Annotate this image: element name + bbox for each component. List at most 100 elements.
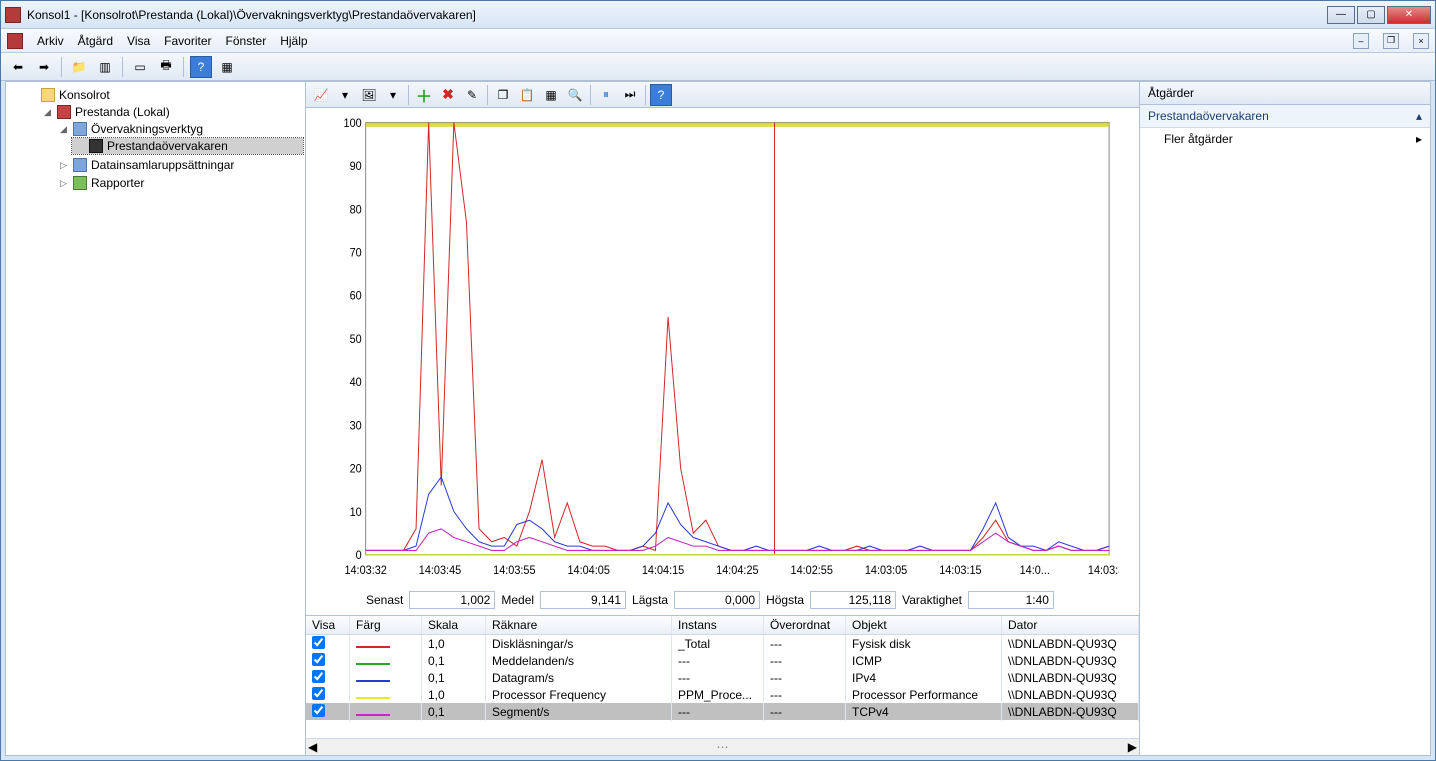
svg-text:30: 30: [350, 420, 362, 432]
titlebar: Konsol1 - [Konsolrot\Prestanda (Lokal)\Ö…: [1, 1, 1435, 29]
svg-text:14:04:05: 14:04:05: [567, 565, 609, 577]
visa-checkbox[interactable]: [312, 653, 325, 666]
table-row[interactable]: 0,1Segment/s------TCPv4\\DNLABDN-QU93Q: [306, 703, 1139, 720]
hogsta-value: 125,118: [810, 591, 896, 609]
col-visa[interactable]: Visa: [306, 616, 350, 634]
view-graph-button[interactable]: 📈: [310, 84, 332, 106]
col-skala[interactable]: Skala: [422, 616, 486, 634]
print-button[interactable]: 🖶: [155, 56, 177, 78]
view-dropdown-button[interactable]: ▾: [334, 84, 356, 106]
svg-text:0: 0: [356, 550, 362, 562]
lagsta-label: Lägsta: [632, 593, 668, 607]
copy-button[interactable]: ❐: [492, 84, 514, 106]
center-pane: 📈 ▾ 🖼 ▾ ＋ ✖ ✎ ❐ 📋 ▦ 🔍 ⏸ ⏭ ? 01020: [306, 82, 1140, 755]
menu-favoriter[interactable]: Favoriter: [164, 34, 211, 48]
tree-overvakningsverktyg[interactable]: ◢Övervakningsverktyg: [56, 121, 303, 137]
mdi-restore-button[interactable]: ❐: [1383, 33, 1399, 49]
zoom-button[interactable]: 🔍: [564, 84, 586, 106]
menu-hjalp[interactable]: Hjälp: [280, 34, 307, 48]
app-icon: [5, 7, 21, 23]
minimize-button[interactable]: —: [1327, 6, 1355, 24]
chevron-right-icon: ▸: [1416, 132, 1422, 146]
view-histogram-button[interactable]: 🖼: [358, 84, 380, 106]
properties-chart-button[interactable]: ▦: [540, 84, 562, 106]
col-objekt[interactable]: Objekt: [846, 616, 1002, 634]
actions-section[interactable]: Prestandaövervakaren▴: [1140, 105, 1430, 128]
col-instans[interactable]: Instans: [672, 616, 764, 634]
svg-text:50: 50: [350, 334, 362, 346]
paste-button[interactable]: 📋: [516, 84, 538, 106]
lagsta-value: 0,000: [674, 591, 760, 609]
properties-button[interactable]: ▦: [216, 56, 238, 78]
app-window: Konsol1 - [Konsolrot\Prestanda (Lokal)\Ö…: [0, 0, 1436, 761]
hogsta-label: Högsta: [766, 593, 804, 607]
svg-text:80: 80: [350, 204, 362, 216]
svg-text:14:0...: 14:0...: [1020, 565, 1050, 577]
svg-text:70: 70: [350, 247, 362, 259]
tree-pane[interactable]: Konsolrot ◢Prestanda (Lokal) ◢Övervaknin…: [6, 82, 306, 755]
svg-text:14:03:32: 14:03:32: [344, 565, 386, 577]
visa-checkbox[interactable]: [312, 670, 325, 683]
close-button[interactable]: ✕: [1387, 6, 1431, 24]
table-row[interactable]: 0,1Datagram/s------IPv4\\DNLABDN-QU93Q: [306, 669, 1139, 686]
mdi-minimize-button[interactable]: –: [1353, 33, 1369, 49]
help-icon[interactable]: ?: [190, 56, 212, 78]
horizontal-scrollbar[interactable]: ◀⋯▶: [306, 738, 1139, 755]
maximize-button[interactable]: ▢: [1357, 6, 1385, 24]
menu-fonster[interactable]: Fönster: [226, 34, 267, 48]
update-button[interactable]: ⏭: [619, 84, 641, 106]
up-button[interactable]: 📁: [68, 56, 90, 78]
stats-row: Senast 1,002 Medel 9,141 Lägsta 0,000 Hö…: [306, 587, 1139, 615]
medel-label: Medel: [501, 593, 534, 607]
svg-text:14:03:45: 14:03:45: [419, 565, 461, 577]
mdi-close-button[interactable]: ×: [1413, 33, 1429, 49]
tree-konsolrot[interactable]: Konsolrot: [24, 87, 303, 103]
forward-button[interactable]: ➡: [33, 56, 55, 78]
table-row[interactable]: 1,0Diskläsningar/s_Total---Fysisk disk\\…: [306, 635, 1139, 652]
delete-counter-button[interactable]: ✖: [437, 84, 459, 106]
chart-area: 010203040506070809010014:03:3214:03:4514…: [306, 108, 1139, 587]
table-row[interactable]: 0,1Meddelanden/s------ICMP\\DNLABDN-QU93…: [306, 652, 1139, 669]
collapse-icon[interactable]: ▴: [1416, 109, 1422, 123]
svg-text:14:04:25: 14:04:25: [716, 565, 758, 577]
senast-label: Senast: [366, 593, 403, 607]
freeze-button[interactable]: ⏸: [595, 84, 617, 106]
col-raknare[interactable]: Räknare: [486, 616, 672, 634]
tree-datainsamlar[interactable]: ▷Datainsamlaruppsättningar: [56, 157, 303, 173]
visa-checkbox[interactable]: [312, 636, 325, 649]
col-dator[interactable]: Dator: [1002, 616, 1139, 634]
view-dropdown2-button[interactable]: ▾: [382, 84, 404, 106]
actions-pane: Åtgärder Prestandaövervakaren▴ Fler åtgä…: [1140, 82, 1430, 755]
add-counter-button[interactable]: ＋: [413, 84, 435, 106]
actions-more[interactable]: Fler åtgärder▸: [1140, 128, 1430, 150]
col-farg[interactable]: Färg: [350, 616, 422, 634]
menu-arkiv[interactable]: Arkiv: [37, 34, 64, 48]
show-hide-tree-button[interactable]: ▥: [94, 56, 116, 78]
window-title: Konsol1 - [Konsolrot\Prestanda (Lokal)\Ö…: [27, 8, 1327, 22]
tree-prestanda[interactable]: ◢Prestanda (Lokal): [40, 104, 303, 120]
menu-atgard[interactable]: Åtgärd: [78, 34, 113, 48]
svg-text:100: 100: [344, 118, 362, 130]
table-row[interactable]: 1,0Processor FrequencyPPM_Proce...---Pro…: [306, 686, 1139, 703]
menu-app-icon: [7, 33, 23, 49]
new-window-button[interactable]: ▭: [129, 56, 151, 78]
col-over[interactable]: Överordnat: [764, 616, 846, 634]
back-button[interactable]: ⬅: [7, 56, 29, 78]
tree-prestandaovervakaren[interactable]: Prestandaövervakaren: [72, 138, 303, 154]
svg-text:40: 40: [350, 377, 362, 389]
highlight-button[interactable]: ✎: [461, 84, 483, 106]
tree-rapporter[interactable]: ▷Rapporter: [56, 175, 303, 191]
chart-help-icon[interactable]: ?: [650, 84, 672, 106]
svg-text:14:04:15: 14:04:15: [642, 565, 684, 577]
visa-checkbox[interactable]: [312, 704, 325, 717]
senast-value: 1,002: [409, 591, 495, 609]
menu-visa[interactable]: Visa: [127, 34, 150, 48]
counter-table-header[interactable]: Visa Färg Skala Räknare Instans Överordn…: [306, 616, 1139, 635]
medel-value: 9,141: [540, 591, 626, 609]
svg-text:20: 20: [350, 463, 362, 475]
svg-text:14:03:55: 14:03:55: [493, 565, 535, 577]
varaktighet-value: 1:40: [968, 591, 1054, 609]
menubar: Arkiv Åtgärd Visa Favoriter Fönster Hjäl…: [1, 29, 1435, 53]
counter-table-body[interactable]: 1,0Diskläsningar/s_Total---Fysisk disk\\…: [306, 635, 1139, 738]
visa-checkbox[interactable]: [312, 687, 325, 700]
